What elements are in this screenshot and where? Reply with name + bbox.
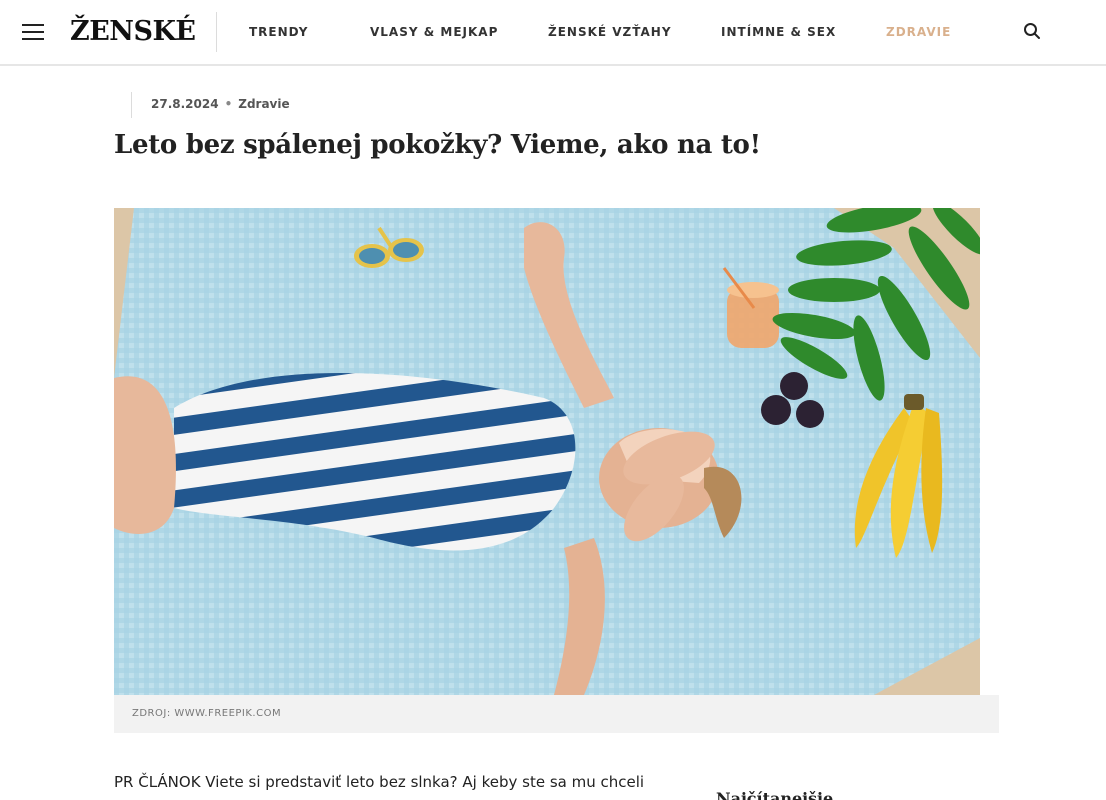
site-header: ŽENSKÉ TRENDY VLASY & MEJKAP ŽENSKÉ VZŤA…	[0, 0, 1106, 66]
nav-item-zenske-vztahy[interactable]: ŽENSKÉ VZŤAHY	[548, 25, 672, 39]
search-icon[interactable]	[1023, 22, 1041, 40]
meta-divider	[131, 92, 132, 118]
hero-image	[114, 208, 980, 695]
site-logo[interactable]: ŽENSKÉ	[70, 16, 196, 47]
image-caption: ZDROJ: WWW.FREEPIK.COM	[132, 708, 282, 719]
nav-item-vlasy-mejkap[interactable]: VLASY & MEJKAP	[370, 25, 498, 39]
image-caption-box: ZDROJ: WWW.FREEPIK.COM	[114, 695, 999, 733]
article-category[interactable]: Zdravie	[238, 97, 289, 111]
article-date: 27.8.2024	[151, 97, 219, 111]
sidebar-heading: Najčítanejšie	[716, 789, 834, 800]
hamburger-menu-icon[interactable]	[22, 24, 44, 40]
nav-item-trendy[interactable]: TRENDY	[249, 25, 308, 39]
meta-separator: •	[224, 97, 233, 111]
article-title: Leto bez spálenej pokožky? Vieme, ako na…	[114, 130, 761, 160]
header-divider	[216, 12, 217, 52]
nav-item-zdravie[interactable]: ZDRAVIE	[886, 25, 951, 39]
article-intro: PR ČLÁNOK Viete si predstaviť leto bez s…	[114, 773, 645, 791]
article-meta: 27.8.2024 • Zdravie	[151, 97, 290, 111]
nav-item-intimne-sex[interactable]: INTÍMNE & SEX	[721, 25, 836, 39]
